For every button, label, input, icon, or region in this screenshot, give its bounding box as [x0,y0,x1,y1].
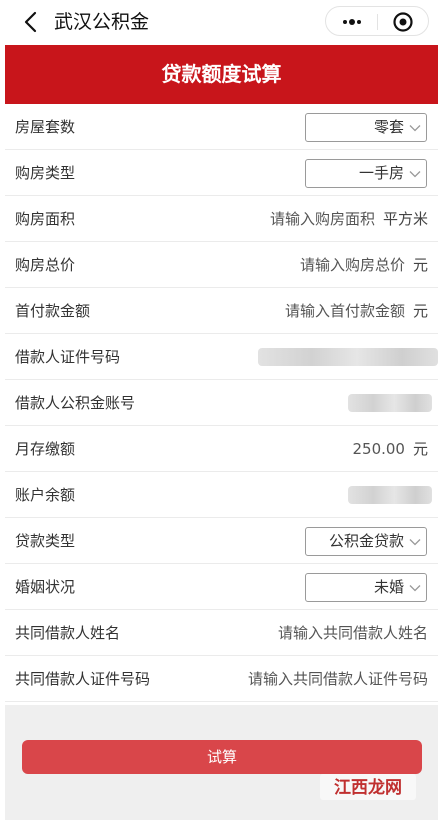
co-id-field[interactable]: 请输入共同借款人证件号码 [248,656,428,702]
miniprogram-capsule [325,6,429,36]
row-marital: 婚姻状况 未婚 [5,564,438,610]
house-type-select[interactable]: 一手房 [305,159,427,188]
nav-bar: 武汉公积金 [0,0,448,44]
chevron-down-icon [409,585,421,592]
loan-type-select[interactable]: 公积金贷款 [305,527,427,556]
row-down-payment: 首付款金额 请输入首付款金额元 [5,288,438,334]
back-arrow-icon[interactable] [20,10,44,34]
row-balance: 账户余额 [5,472,438,518]
monthly-deposit-amount: 250.00 [352,440,405,458]
marital-label: 婚姻状况 [15,578,76,596]
nav-title: 武汉公积金 [54,11,150,33]
row-house-count: 房屋套数 零套 [5,104,438,150]
loan-calculator-page: 贷款额度试算 房屋套数 零套 购房类型 一手房 购房面积 请输入购房面积 平方米… [5,45,438,820]
balance-label: 账户余额 [15,486,76,504]
row-total-price: 购房总价 请输入购房总价元 [5,242,438,288]
down-payment-label: 首付款金额 [15,302,91,320]
total-price-field[interactable]: 请输入购房总价元 [300,242,428,288]
row-borrower-account: 借款人公积金账号 [5,380,438,426]
monthly-deposit-value: 250.00 元 [352,426,428,472]
co-id-label: 共同借款人证件号码 [15,670,151,688]
watermark-logo: 江西龙网 [320,774,416,800]
house-type-label: 购房类型 [15,164,76,182]
svg-text:江西龙网: 江西龙网 [334,777,402,798]
borrower-account-label: 借款人公积金账号 [15,394,136,412]
house-count-label: 房屋套数 [15,118,76,136]
row-house-type: 购房类型 一手房 [5,150,438,196]
area-label: 购房面积 [15,210,76,228]
row-co-id: 共同借款人证件号码 请输入共同借款人证件号码 [5,656,438,702]
down-payment-field[interactable]: 请输入首付款金额元 [285,288,428,334]
more-icon[interactable] [338,12,366,32]
row-borrower-id: 借款人证件号码 [5,334,438,380]
total-price-label: 购房总价 [15,256,76,274]
house-count-select[interactable]: 零套 [305,113,427,142]
down-payment-placeholder: 请输入首付款金额 [284,302,405,320]
house-type-value: 一手房 [358,164,404,182]
page-title: 贷款额度试算 [5,45,438,104]
total-price-placeholder: 请输入购房总价 [299,256,405,274]
row-area: 购房面积 请输入购房面积 平方米 [5,196,438,242]
co-name-placeholder: 请输入共同借款人姓名 [277,624,428,642]
marital-value: 未婚 [373,578,404,596]
calculate-button[interactable]: 试算 [22,740,422,774]
footer-area: 试算 江西龙网 [5,705,438,820]
borrower-account-redacted [348,394,432,412]
co-name-label: 共同借款人姓名 [15,624,121,642]
marital-select[interactable]: 未婚 [305,573,427,602]
co-name-field[interactable]: 请输入共同借款人姓名 [278,610,428,656]
chevron-down-icon [409,125,421,132]
chevron-down-icon [409,539,421,546]
borrower-id-redacted [258,348,438,366]
balance-redacted [348,486,432,504]
borrower-id-label: 借款人证件号码 [15,348,121,366]
co-id-placeholder: 请输入共同借款人证件号码 [247,670,428,688]
close-miniprogram-icon[interactable] [392,11,414,33]
row-monthly-deposit: 月存缴额 250.00 元 [5,426,438,472]
monthly-deposit-unit: 元 [412,440,428,458]
house-count-value: 零套 [373,118,404,136]
area-field[interactable]: 请输入购房面积 平方米 [270,196,428,242]
down-payment-unit: 元 [412,302,428,320]
capsule-divider [377,14,378,30]
row-co-name: 共同借款人姓名 请输入共同借款人姓名 [5,610,438,656]
chevron-down-icon [409,171,421,178]
monthly-deposit-label: 月存缴额 [15,440,76,458]
total-price-unit: 元 [412,256,428,274]
loan-type-value: 公积金贷款 [328,532,404,550]
row-loan-type: 贷款类型 公积金贷款 [5,518,438,564]
area-unit: 平方米 [382,210,428,228]
loan-type-label: 贷款类型 [15,532,76,550]
area-placeholder: 请输入购房面积 [269,210,375,228]
